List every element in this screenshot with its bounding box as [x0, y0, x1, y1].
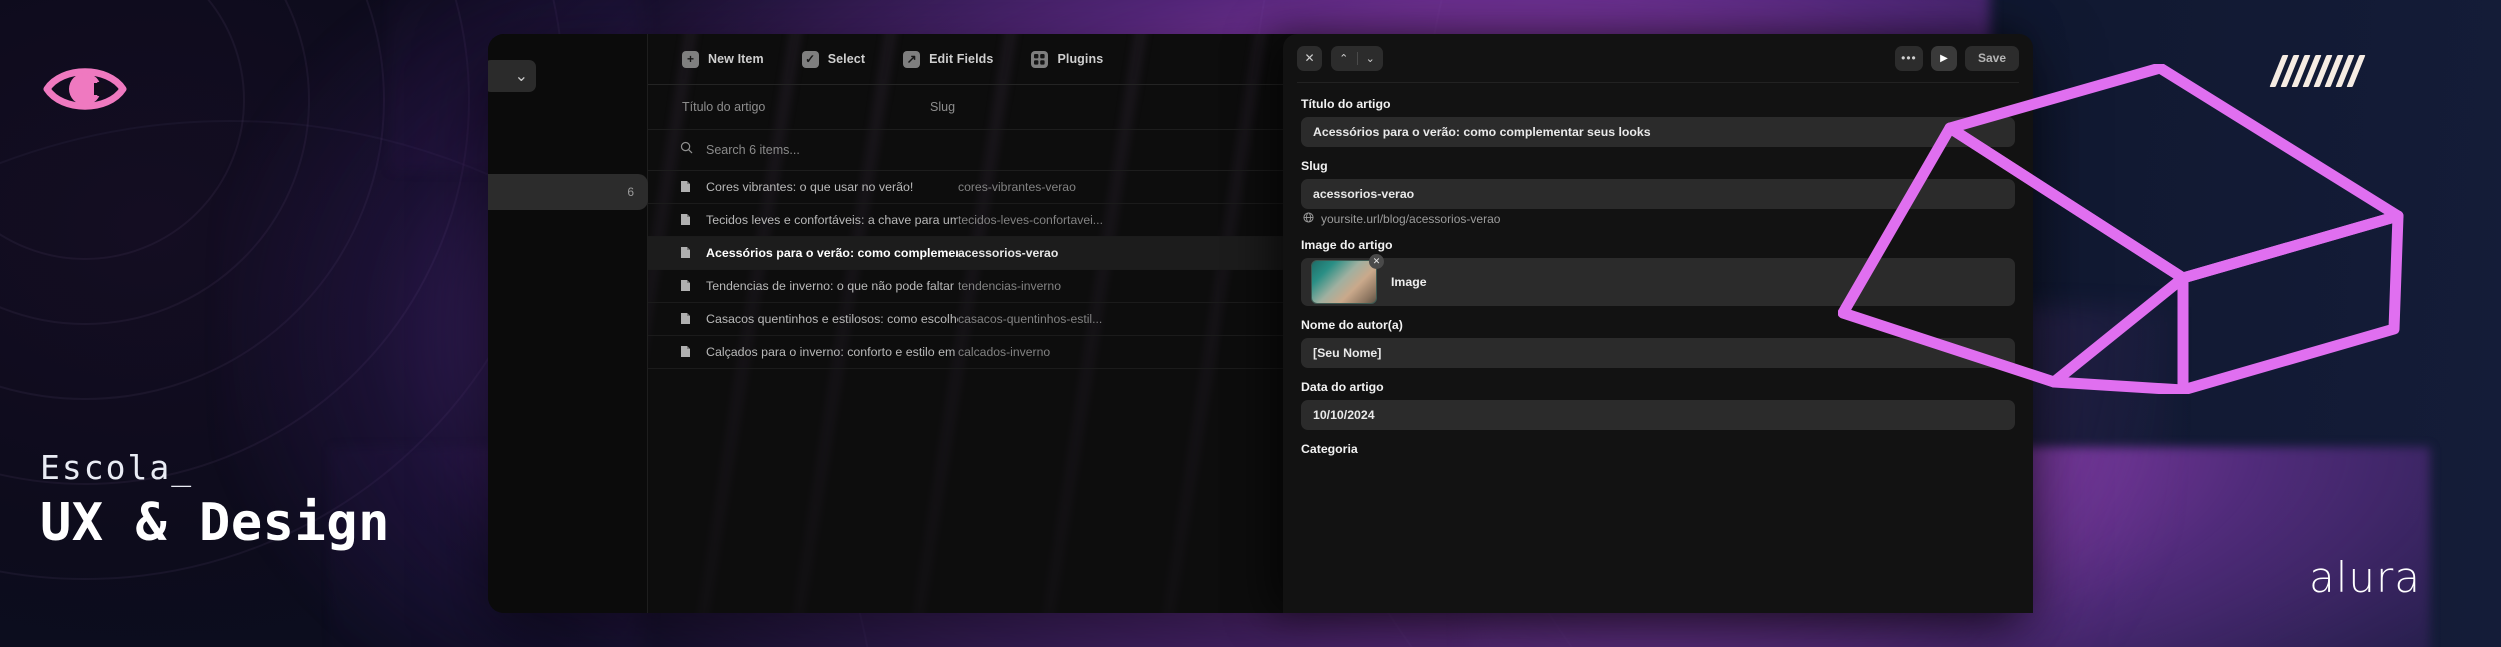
- document-icon: [680, 213, 693, 228]
- data-input[interactable]: 10/10/2024: [1301, 400, 2015, 430]
- play-icon: ▶: [1940, 52, 1948, 64]
- row-title: Cores vibrantes: o que usar no verão!: [706, 180, 914, 194]
- toolbar-new-item-button[interactable]: + New Item: [682, 50, 764, 68]
- row-slug: tecidos-leves-confortavei...: [958, 213, 1103, 227]
- document-icon: [680, 312, 693, 327]
- image-thumbnail[interactable]: ✕: [1311, 254, 1384, 304]
- detail-close-button[interactable]: ✕: [1297, 45, 1322, 71]
- image-file-label: Image: [1391, 275, 1427, 289]
- wireframe-cube-icon: [1837, 62, 2468, 396]
- chevron-up-icon[interactable]: ⌃: [1331, 52, 1357, 65]
- toolbar-select-button[interactable]: ✓ Select: [801, 50, 866, 68]
- row-slug: acessorios-verao: [958, 246, 1059, 260]
- row-title: Casacos quentinhos e estilosos: como esc…: [706, 312, 958, 326]
- column-header-title: Título do artigo: [682, 100, 766, 114]
- chevron-down-icon: ⌄: [514, 68, 528, 85]
- close-icon: ✕: [1304, 51, 1315, 65]
- row-slug: calcados-inverno: [958, 345, 1051, 359]
- check-icon: ✓: [801, 50, 819, 68]
- detail-prev-next-group[interactable]: ⌃ ⌄: [1331, 45, 1384, 71]
- sidebar-item-count: 6: [627, 185, 634, 199]
- row-title: Acessórios para o verão: como complement…: [706, 246, 958, 260]
- field-label: Categoria: [1301, 442, 1358, 456]
- chevron-down-icon[interactable]: ⌄: [1358, 52, 1384, 65]
- toolbar-edit-fields-button[interactable]: ↗ Edit Fields: [903, 50, 994, 68]
- arrow-up-right-icon: ↗: [903, 50, 921, 68]
- alura-course-banner: ⌄ 6 + New Item ✓ Select ↗ Edit Fields Pl…: [0, 0, 2501, 647]
- alura-wordmark: alura: [2308, 553, 2421, 602]
- document-icon: [680, 279, 693, 294]
- search-icon: [680, 141, 693, 159]
- remove-image-button[interactable]: ✕: [1369, 254, 1384, 269]
- toolbar-new-item-label: New Item: [708, 52, 764, 66]
- sidebar-collapse-button[interactable]: ⌄: [488, 60, 536, 92]
- toolbar-plugins-button[interactable]: Plugins: [1031, 50, 1104, 68]
- brand-text-block: Escola_ UX & Design: [40, 448, 390, 553]
- document-icon: [680, 345, 693, 360]
- search-input[interactable]: Search 6 items...: [706, 143, 800, 157]
- escola-label: Escola_: [40, 448, 194, 487]
- slug-url-text: yoursite.url/blog/acessorios-verao: [1321, 212, 1501, 226]
- globe-icon: [1303, 212, 1314, 226]
- sidebar-collection-item[interactable]: 6: [488, 174, 648, 210]
- row-title: Tendencias de inverno: o que não pode fa…: [706, 279, 958, 293]
- eye-icon: [42, 46, 128, 132]
- field-categoria: Categoria: [1301, 442, 2015, 456]
- row-title: Calçados para o inverno: conforto e esti…: [706, 345, 958, 359]
- row-title: Tecidos leves e confortáveis: a chave pa…: [706, 213, 958, 227]
- document-icon: [680, 180, 693, 195]
- column-header-slug: Slug: [930, 100, 956, 114]
- ellipsis-icon: •••: [1901, 51, 1917, 65]
- diagonal-hatch-icon: [2269, 55, 2373, 87]
- app-sidebar: ⌄ 6: [488, 34, 648, 613]
- alura-logo: alura: [2309, 553, 2421, 602]
- row-slug: tendencias-inverno: [958, 279, 1061, 293]
- row-slug: cores-vibrantes-verao: [958, 180, 1076, 194]
- document-icon: [680, 246, 693, 261]
- grid-icon: [1031, 50, 1049, 68]
- plus-icon: +: [682, 50, 699, 68]
- row-slug: casacos-quentinhos-estil...: [958, 312, 1103, 326]
- toolbar-edit-fields-label: Edit Fields: [929, 52, 994, 66]
- page-title: UX & Design: [40, 493, 390, 553]
- toolbar-plugins-label: Plugins: [1057, 52, 1104, 66]
- toolbar-select-label: Select: [827, 52, 866, 66]
